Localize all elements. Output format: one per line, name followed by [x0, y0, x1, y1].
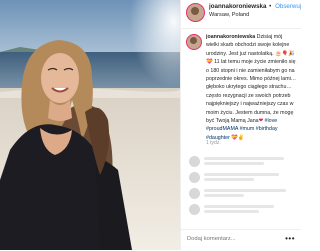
caption-line: moim życiu. Jestem dumna, że mogę — [206, 109, 294, 116]
comment-placeholder — [189, 156, 289, 170]
location-link[interactable]: Warsaw, Poland — [209, 12, 249, 18]
caption-line: urodziny. Jest już nastolatką. 🎂🎈🎉 — [206, 50, 295, 57]
caption-line: poprzednie okres. Mimo późnej lami… — [206, 76, 297, 83]
caption-line: joannakoroniewska Dzisiaj mój — [206, 34, 283, 40]
comment-avatar — [189, 204, 200, 215]
follow-button[interactable]: Obserwuj — [275, 3, 301, 10]
comment-placeholder — [189, 188, 289, 202]
comment-placeholder — [189, 204, 289, 218]
caption-line: wielki skarb obchodzi swoje kolejne — [206, 42, 290, 49]
caption-line: o 180 stopni i nie zamieniłabym go na — [206, 67, 295, 74]
ellipsis-icon[interactable]: ••• — [285, 234, 295, 243]
username-row: joannakoroniewska • Obserwuj — [209, 3, 301, 10]
comment-avatar — [189, 188, 200, 199]
username-link[interactable]: joannakoroniewska — [209, 3, 266, 10]
add-comment-input[interactable] — [187, 236, 277, 242]
caption-line: często rezygnacji ze swoich potrzeb — [206, 92, 291, 99]
post-sidebar: joannakoroniewska • Obserwuj Warsaw, Pol… — [180, 0, 301, 251]
comment-avatar — [189, 172, 200, 183]
hashtag-link[interactable]: #love — [263, 118, 278, 124]
photo-image — [0, 0, 180, 250]
post-photo[interactable] — [0, 0, 180, 250]
post-header: joannakoroniewska • Obserwuj Warsaw, Pol… — [181, 0, 301, 29]
caption-line: najpiękniejszy i najważniejszy czas w — [206, 101, 294, 108]
caption-avatar[interactable] — [186, 34, 202, 50]
hashtag-link[interactable]: #proudMAMA #mum #birthday — [206, 125, 299, 133]
avatar[interactable] — [186, 3, 205, 22]
caption-line: być Twoją Mamą Jana❤ #love — [206, 118, 278, 125]
caption-username[interactable]: joannakoroniewska — [206, 34, 255, 40]
caption-line: głęboko ukrytego ciągłego strachu… — [206, 84, 292, 91]
post-timestamp[interactable]: 1 tydz. — [206, 140, 221, 146]
separator-dot: • — [269, 3, 272, 10]
post-caption: joannakoroniewska Dzisiaj mój wielki ska… — [206, 33, 299, 142]
comment-placeholder — [189, 172, 289, 186]
caption-line: 💝 11 lat temu moje życie zmieniło się — [206, 59, 296, 66]
comment-bar: ••• — [181, 229, 301, 251]
comment-avatar — [189, 156, 200, 167]
